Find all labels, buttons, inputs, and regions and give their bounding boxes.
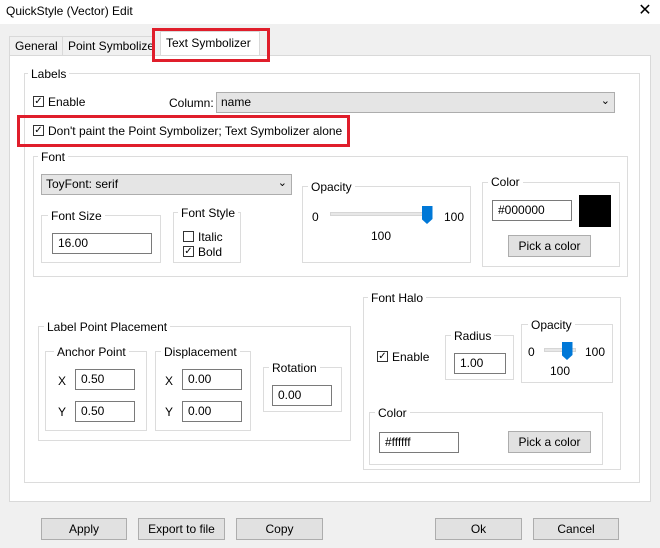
anchor-x-label: X — [58, 374, 67, 388]
halo-pick-color-button[interactable]: Pick a color — [508, 431, 591, 453]
font-pick-color-button[interactable]: Pick a color — [508, 235, 591, 257]
font-opacity-slider[interactable] — [330, 212, 432, 216]
copy-button[interactable]: Copy — [236, 518, 323, 540]
tab-general[interactable]: General — [9, 36, 63, 55]
bold-label: Bold — [198, 245, 223, 259]
halo-opacity-title: Opacity — [528, 318, 575, 332]
halo-opacity-min: 0 — [528, 345, 535, 359]
column-select-value: name — [221, 95, 252, 109]
halo-enable-label: Enable — [392, 350, 430, 364]
check-icon: ✓ — [34, 96, 43, 107]
font-group-title: Font — [38, 150, 69, 164]
tab-point-symbolizer[interactable]: Point Symbolize — [62, 36, 155, 55]
apply-button[interactable]: Apply — [41, 518, 127, 540]
enable-checkbox[interactable]: ✓ — [33, 96, 44, 107]
export-to-file-button[interactable]: Export to file — [138, 518, 225, 540]
highlight-dont-paint-option — [17, 115, 350, 147]
enable-label: Enable — [48, 95, 86, 109]
anchor-y-input[interactable]: 0.50 — [75, 401, 135, 422]
check-icon: ✓ — [378, 351, 387, 362]
check-icon: ✓ — [184, 246, 193, 257]
italic-checkbox[interactable] — [183, 231, 194, 242]
font-select[interactable]: ToyFont: serif ⌄ — [41, 174, 292, 195]
halo-color-input[interactable]: #ffffff — [379, 432, 459, 453]
anchor-title: Anchor Point — [54, 345, 129, 359]
font-color-input[interactable]: #000000 — [492, 200, 572, 221]
font-size-input[interactable]: 16.00 — [52, 233, 152, 254]
chevron-down-icon: ⌄ — [600, 95, 610, 107]
font-color-swatch[interactable] — [579, 195, 611, 227]
disp-x-input[interactable]: 0.00 — [182, 369, 242, 390]
font-size-title: Font Size — [48, 209, 105, 223]
font-style-title: Font Style — [178, 206, 239, 220]
column-label: Column: — [169, 96, 214, 110]
rotation-input[interactable]: 0.00 — [272, 385, 332, 406]
highlight-text-symbolizer-tab — [152, 28, 270, 62]
font-opacity-min: 0 — [312, 210, 319, 224]
halo-opacity-value: 100 — [550, 364, 571, 378]
anchor-x-input[interactable]: 0.50 — [75, 369, 135, 390]
font-opacity-value: 100 — [371, 229, 392, 243]
font-opacity-group — [302, 186, 471, 263]
font-color-title: Color — [488, 175, 523, 189]
column-select[interactable]: name ⌄ — [216, 92, 615, 113]
italic-label: Italic — [198, 230, 223, 244]
rotation-title: Rotation — [269, 361, 320, 375]
halo-color-title: Color — [375, 406, 410, 420]
font-opacity-title: Opacity — [308, 180, 355, 194]
halo-enable-checkbox[interactable]: ✓ — [377, 351, 388, 362]
ok-button[interactable]: Ok — [435, 518, 522, 540]
halo-group-title: Font Halo — [368, 291, 427, 305]
displacement-title: Displacement — [161, 345, 240, 359]
font-opacity-max: 100 — [444, 210, 465, 224]
disp-x-label: X — [165, 374, 174, 388]
cancel-button[interactable]: Cancel — [533, 518, 619, 540]
halo-opacity-max: 100 — [585, 345, 606, 359]
labels-group-title: Labels — [28, 67, 70, 81]
close-icon[interactable]: ✕ — [636, 1, 654, 21]
radius-title: Radius — [451, 329, 495, 343]
anchor-y-label: Y — [58, 405, 67, 419]
font-select-value: ToyFont: serif — [46, 177, 119, 191]
bold-checkbox[interactable]: ✓ — [183, 246, 194, 257]
disp-y-label: Y — [165, 405, 174, 419]
window-title: QuickStyle (Vector) Edit — [6, 4, 133, 18]
disp-y-input[interactable]: 0.00 — [182, 401, 242, 422]
placement-group-title: Label Point Placement — [44, 320, 171, 334]
radius-input[interactable]: 1.00 — [454, 353, 506, 374]
chevron-down-icon: ⌄ — [277, 177, 287, 189]
